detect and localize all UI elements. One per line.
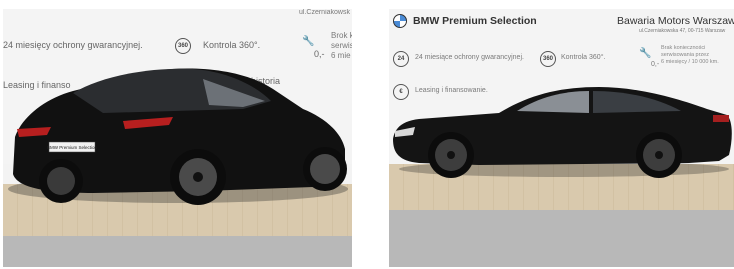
car-photo-side: BMW Premium Selection Bawaria Motors War… (389, 9, 734, 267)
car-side-illustration (393, 87, 732, 178)
car-photo-rear: ul.Czerniakowsk 24 miesięcy ochrony gwar… (3, 9, 352, 267)
car-rear-illustration: BMW Premium Selection (8, 68, 348, 205)
plate-text: BMW Premium Selection (47, 145, 98, 150)
